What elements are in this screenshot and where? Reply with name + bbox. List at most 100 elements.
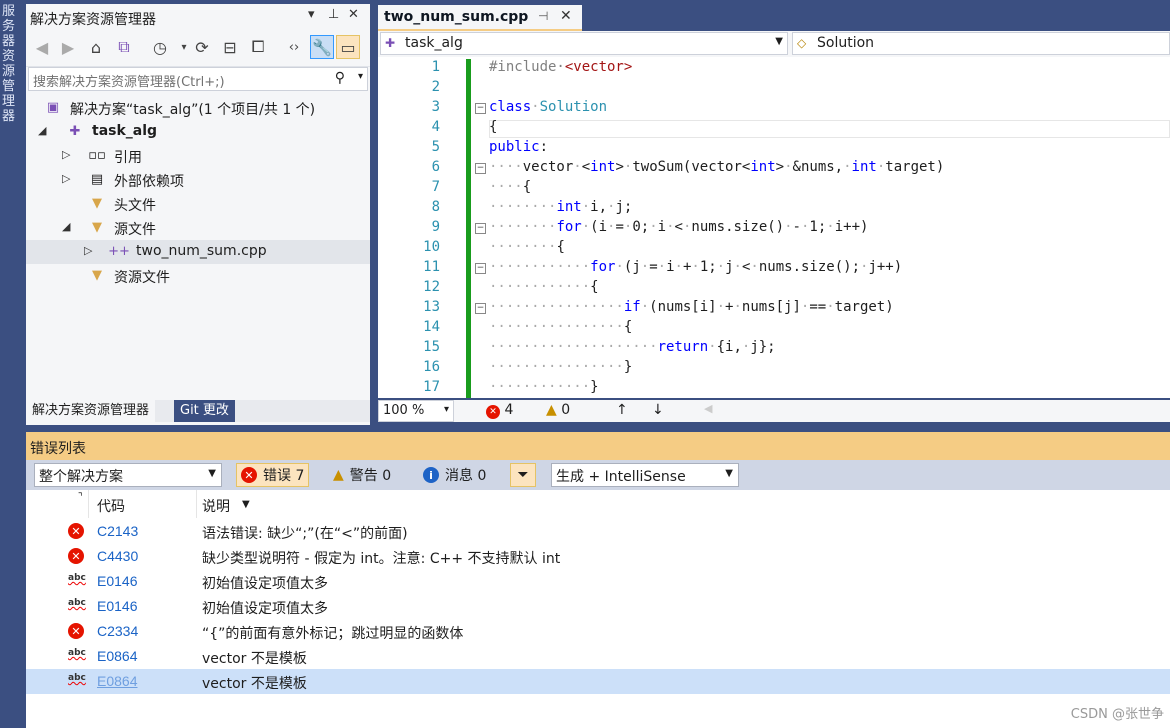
line-number: 9 — [431, 219, 440, 235]
table-row[interactable]: ✕ C2334 “{”的前面有意外标记；跳过明显的函数体 — [26, 619, 1170, 644]
sort-descending-icon: ▼ — [242, 499, 250, 510]
scope-dropdown[interactable]: ◇ Solution — [792, 32, 1170, 55]
pin-icon[interactable]: ⊥ — [328, 7, 339, 22]
tab-solution-explorer[interactable]: 解决方案资源管理器 — [26, 400, 156, 422]
error-code[interactable]: E0864 — [97, 648, 137, 664]
search-input[interactable]: 搜索解决方案资源管理器(Ctrl+;) ⚲ ▾ — [28, 67, 368, 91]
properties-wrench-icon[interactable]: 🔧 — [310, 35, 334, 59]
table-row[interactable]: abc E0146 初始值设定项值太多 — [26, 594, 1170, 619]
error-code[interactable]: C2334 — [97, 623, 138, 639]
filter-toggle-button[interactable]: ⏷ — [510, 463, 536, 487]
build-filter-dropdown[interactable]: 生成 + IntelliSense ▼ — [551, 463, 739, 487]
chevron-down-icon: ▼ — [775, 36, 783, 47]
code-view-icon[interactable]: ‹› — [282, 35, 306, 59]
fold-toggle-icon[interactable]: − — [475, 103, 486, 114]
window-menu-icon[interactable]: ▾ — [308, 7, 315, 22]
server-explorer-strip[interactable]: 服务器资源管理器 — [0, 0, 26, 728]
error-code[interactable]: E0864 — [97, 673, 137, 689]
code-line: #include·<vector> — [489, 59, 633, 75]
table-row[interactable]: abc E0146 初始值设定项值太多 — [26, 569, 1170, 594]
sort-indicator-icon[interactable]: ⌝ — [78, 492, 83, 503]
fold-toggle-icon[interactable]: − — [475, 223, 486, 234]
table-row-selected[interactable]: abc E0864 vector 不是模板 — [26, 669, 1170, 694]
close-icon[interactable]: ✕ — [348, 7, 359, 22]
error-code[interactable]: E0146 — [97, 573, 137, 589]
pin-icon[interactable]: ⊣ — [538, 9, 548, 23]
forward-icon[interactable]: ▶ — [56, 35, 80, 59]
back-icon[interactable]: ◀ — [30, 35, 54, 59]
messages-filter-label: 消息 0 — [445, 468, 487, 484]
home-icon[interactable]: ⌂ — [84, 35, 108, 59]
chevron-down-icon: ▾ — [443, 404, 449, 415]
column-header-code[interactable]: 代码 — [97, 496, 125, 516]
table-row[interactable]: abc E0864 vector 不是模板 — [26, 644, 1170, 669]
fold-toggle-icon[interactable]: − — [475, 263, 486, 274]
tree-item-header-files[interactable]: ▼ 头文件 — [26, 192, 370, 216]
code-line: ····vector·<int>·twoSum(vector<int>·&num… — [489, 159, 945, 175]
error-code[interactable]: E0146 — [97, 598, 137, 614]
errors-filter-button[interactable]: ✕ 错误 7 — [236, 463, 310, 487]
error-code[interactable]: C2143 — [97, 523, 138, 539]
chevron-down-icon[interactable]: ▾ — [358, 71, 363, 82]
line-number: 5 — [431, 139, 440, 155]
warning-count-indicator[interactable]: ▲ 0 — [546, 402, 570, 418]
tree-item-references[interactable]: ▷ ▫▫ 引用 — [26, 144, 370, 168]
code-line: ················{ — [489, 319, 633, 335]
tree-item-source-files[interactable]: ◢ ▼ 源文件 — [26, 216, 370, 240]
tree-item-project[interactable]: ◢ ✚ task_alg — [26, 120, 370, 144]
fold-toggle-icon[interactable]: − — [475, 163, 486, 174]
next-issue-icon[interactable]: ↓ — [652, 402, 664, 418]
error-list-toolbar: 整个解决方案 ▼ ✕ 错误 7 ▲ 警告 0 i 消息 0 ⏷ 生成 + Int… — [26, 460, 1170, 490]
tree-item-external-deps[interactable]: ▷ ▤ 外部依赖项 — [26, 168, 370, 192]
column-header-description[interactable]: 说明 — [202, 496, 230, 516]
tree-item-resource-files[interactable]: ▼ 资源文件 — [26, 264, 370, 288]
tree-item-label: 引用 — [114, 150, 142, 166]
zoom-dropdown[interactable]: 100 % ▾ — [378, 400, 454, 422]
collapsed-arrow-icon[interactable]: ▷ — [62, 172, 70, 185]
show-all-files-icon[interactable]: ⧠ — [246, 35, 270, 59]
tree-item-label: 解决方案“task_alg”(1 个项目/共 1 个) — [70, 102, 316, 118]
warnings-filter-button[interactable]: ▲ 警告 0 — [328, 463, 396, 487]
error-code[interactable]: C4430 — [97, 548, 138, 564]
filter-icon: ⏷ — [517, 467, 529, 483]
fold-toggle-icon[interactable]: − — [475, 303, 486, 314]
intellisense-error-icon: abc — [68, 648, 86, 658]
expand-arrow-icon[interactable]: ◢ — [62, 220, 70, 233]
tree-item-label: 头文件 — [114, 198, 156, 214]
previous-issue-icon[interactable]: ↑ — [616, 402, 628, 418]
table-row[interactable]: ✕ C2143 语法错误: 缺少“;”(在“<”的前面) — [26, 519, 1170, 544]
scroll-left-icon[interactable]: ◀ — [704, 402, 712, 415]
error-count-indicator[interactable]: ✕ 4 — [486, 402, 513, 419]
code-editor[interactable]: 1 2 3 4 5 6 7 8 9 10 11 12 13 14 15 16 1… — [378, 57, 1170, 398]
project-dropdown[interactable]: ✚ task_alg ▼ — [380, 32, 788, 55]
collapsed-arrow-icon[interactable]: ▷ — [62, 148, 70, 161]
line-number: 11 — [423, 259, 440, 275]
close-icon[interactable]: ✕ — [560, 8, 572, 24]
error-icon: ✕ — [486, 405, 500, 419]
collapse-all-icon[interactable]: ⊟ — [218, 35, 242, 59]
switch-views-icon[interactable]: ⧉ — [112, 35, 136, 59]
pending-changes-icon[interactable]: ◷ — [148, 35, 172, 59]
search-icon[interactable]: ⚲ — [335, 70, 345, 86]
code-line: ········{ — [489, 239, 565, 255]
sync-icon[interactable]: ⟳ — [190, 35, 214, 59]
error-icon: ✕ — [68, 523, 84, 539]
tree-item-solution[interactable]: ▣ 解决方案“task_alg”(1 个项目/共 1 个) — [26, 96, 370, 120]
code-line: ············{ — [489, 279, 599, 295]
filter-folder-icon: ▼ — [92, 219, 102, 235]
tab-git-changes[interactable]: Git 更改 — [174, 400, 235, 422]
class-icon: ◇ — [797, 36, 807, 50]
chevron-down-icon: ▼ — [725, 468, 733, 479]
line-number: 14 — [423, 319, 440, 335]
preview-icon[interactable]: ▭ — [336, 35, 360, 59]
scope-filter-dropdown[interactable]: 整个解决方案 ▼ — [34, 463, 222, 487]
collapsed-arrow-icon[interactable]: ▷ — [84, 244, 92, 257]
expand-arrow-icon[interactable]: ◢ — [38, 124, 46, 137]
project-dropdown-value: task_alg — [405, 35, 463, 51]
line-number: 13 — [423, 299, 440, 315]
messages-filter-button[interactable]: i 消息 0 — [418, 463, 491, 487]
tree-item-cpp-file[interactable]: ▷ ++ two_num_sum.cpp — [26, 240, 370, 264]
table-row[interactable]: ✕ C4430 缺少类型说明符 - 假定为 int。注意: C++ 不支持默认 … — [26, 544, 1170, 569]
editor-tab[interactable]: two_num_sum.cpp ⊣ ✕ — [378, 5, 582, 31]
solution-icon: ▣ — [46, 99, 60, 115]
